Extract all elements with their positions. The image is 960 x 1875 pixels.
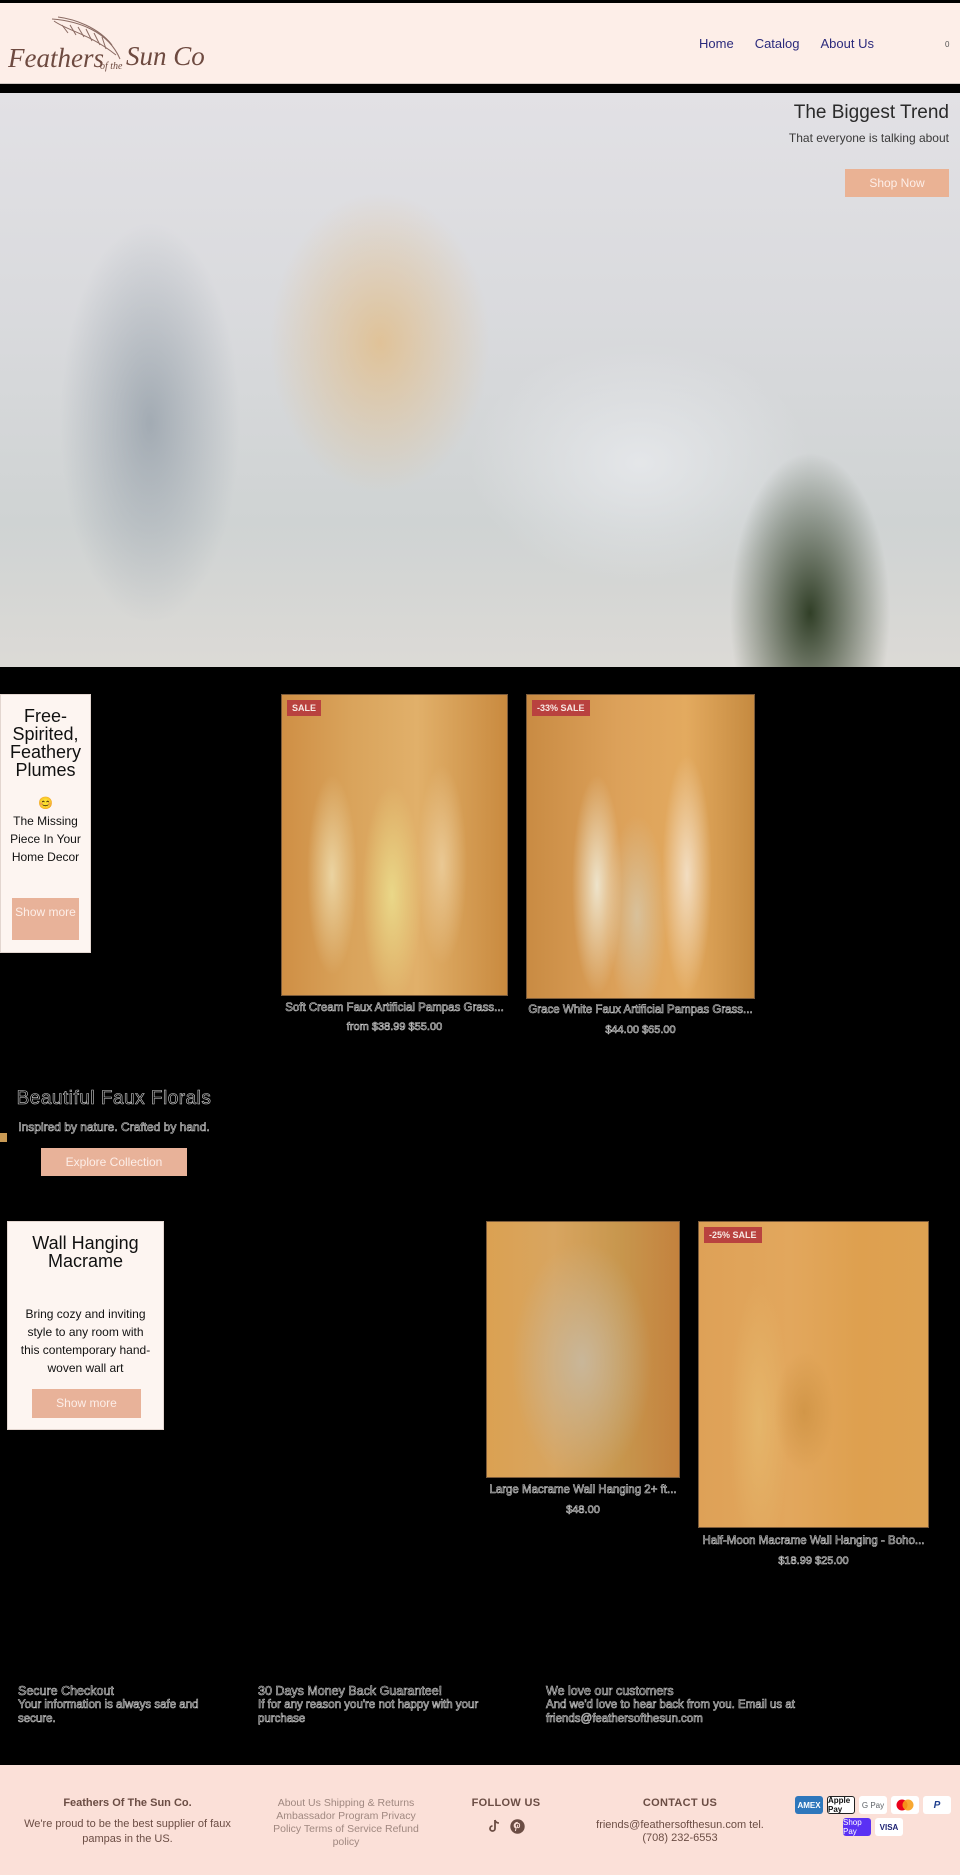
trust-title: Secure Checkout xyxy=(18,1684,114,1699)
tiktok-icon[interactable] xyxy=(488,1819,500,1839)
product-card[interactable]: -33% SALE Grace White Faux Artificial Pa… xyxy=(526,694,755,1037)
paypal-icon: P xyxy=(923,1796,951,1814)
product-price: $44.00 $65.00 xyxy=(605,1024,676,1037)
product-image[interactable]: SALE xyxy=(281,694,508,996)
show-more-button[interactable]: Show more xyxy=(32,1389,141,1418)
pampas-promo-card: Free-Spirited, Feathery Plumes 😊 The Mis… xyxy=(0,694,91,953)
smile-emoji-icon: 😊 xyxy=(38,796,53,810)
product-card[interactable]: -25% SALE Half-Moon Macrame Wall Hanging… xyxy=(698,1221,929,1571)
sale-badge: SALE xyxy=(287,700,322,716)
nav-about-us[interactable]: About Us xyxy=(821,36,874,51)
feather-logo-icon: Feathers of the Sun Co. xyxy=(7,16,212,73)
amex-icon: AMEX xyxy=(795,1796,823,1814)
shop-now-button[interactable]: Shop Now xyxy=(845,169,949,197)
nav-catalog[interactable]: Catalog xyxy=(755,36,800,51)
macrame-promo-card: Wall Hanging Macrame Bring cozy and invi… xyxy=(7,1221,164,1430)
explore-collection-button[interactable]: Explore Collection xyxy=(41,1148,187,1176)
follow-us-heading: FOLLOW US xyxy=(471,1797,541,1809)
svg-text:of the: of the xyxy=(100,61,123,72)
product-image[interactable]: -33% SALE xyxy=(526,694,755,999)
product-price: from $38.99 $55.00 xyxy=(346,1021,443,1034)
footer-brand: Feathers Of The Sun Co. We're proud to b… xyxy=(20,1797,235,1847)
nav-home[interactable]: Home xyxy=(699,36,734,51)
svg-text:Feathers: Feathers xyxy=(8,43,104,73)
promo-title: Free-Spirited, Feathery Plumes xyxy=(9,706,82,780)
trust-title: We love our customers xyxy=(546,1684,674,1699)
product-price: $18.99 $25.00 xyxy=(778,1555,849,1568)
visa-icon: VISA xyxy=(875,1818,903,1836)
mastercard-icon xyxy=(891,1796,919,1814)
promo-title: Wall Hanging Macrame xyxy=(32,1233,139,1271)
footer-brand-title: Feathers Of The Sun Co. xyxy=(63,1797,192,1809)
payment-methods: AMEX Apple Pay G Pay P Shop Pay VISA xyxy=(793,1796,953,1836)
product-title[interactable]: Half-Moon Macrame Wall Hanging - Boho... xyxy=(698,1535,929,1547)
promo-text: The Missing Piece In Your Home Decor xyxy=(10,814,81,864)
trust-title: 30 Days Money Back Guarantee! xyxy=(258,1684,443,1699)
footer-contact: CONTACT US friends@feathersofthesun.com … xyxy=(586,1797,774,1845)
contact-us-heading: CONTACT US xyxy=(642,1797,718,1809)
main-nav: Home Catalog About Us xyxy=(699,36,895,51)
hero-title: The Biggest Trend xyxy=(793,102,949,123)
hero-banner: The Biggest Trend That everyone is talki… xyxy=(0,93,960,667)
site-header: Feathers of the Sun Co. Home Catalog Abo… xyxy=(0,3,960,84)
florals-image-thumbnail xyxy=(0,1133,7,1142)
product-price: $48.00 xyxy=(566,1504,600,1517)
google-pay-icon: G Pay xyxy=(859,1796,887,1814)
footer-link-about-us[interactable]: About Us xyxy=(278,1797,321,1809)
site-logo[interactable]: Feathers of the Sun Co. xyxy=(7,11,212,77)
promo-text: Bring cozy and inviting style to any roo… xyxy=(20,1307,151,1375)
product-card[interactable]: Large Macrame Wall Hanging 2+ ft... $48.… xyxy=(486,1221,680,1521)
shop-pay-icon: Shop Pay xyxy=(843,1818,871,1836)
trust-money-back: 30 Days Money Back Guarantee! If for any… xyxy=(258,1684,498,1726)
hero-subtitle: That everyone is talking about xyxy=(788,131,949,145)
product-title[interactable]: Grace White Faux Artificial Pampas Grass… xyxy=(526,1004,755,1016)
footer-link-shipping[interactable]: Shipping & Returns xyxy=(324,1797,414,1809)
trust-text: If for any reason you're not happy with … xyxy=(258,1699,479,1726)
product-title[interactable]: Large Macrame Wall Hanging 2+ ft... xyxy=(486,1484,680,1496)
trust-customers: We love our customers And we'd love to h… xyxy=(546,1684,836,1726)
footer-brand-text: We're proud to be the best supplier of f… xyxy=(24,1818,231,1845)
trust-text: And we'd love to hear back from you. Ema… xyxy=(546,1699,796,1726)
product-image[interactable]: -25% SALE xyxy=(698,1221,929,1528)
contact-details[interactable]: friends@feathersofthesun.com tel. (708) … xyxy=(586,1819,774,1845)
cart-count[interactable]: 0 xyxy=(945,40,949,49)
footer-link-terms[interactable]: Terms of Service xyxy=(304,1823,382,1835)
show-more-button[interactable]: Show more xyxy=(12,898,79,940)
sale-badge: -33% SALE xyxy=(532,700,590,716)
footer-follow: FOLLOW US xyxy=(462,1797,550,1839)
svg-text:Sun Co.: Sun Co. xyxy=(126,41,204,71)
florals-subtitle: Inspired by nature. Crafted by hand. xyxy=(18,1120,210,1135)
product-card[interactable]: SALE Soft Cream Faux Artificial Pampas G… xyxy=(281,694,508,1033)
trust-text: Your information is always safe and secu… xyxy=(18,1699,199,1726)
footer-link-ambassador[interactable]: Ambassador Program xyxy=(276,1810,378,1822)
sale-badge: -25% SALE xyxy=(704,1227,762,1243)
product-image[interactable] xyxy=(486,1221,680,1478)
apple-pay-icon: Apple Pay xyxy=(827,1796,855,1814)
footer-links: About Us Shipping & Returns Ambassador P… xyxy=(268,1797,424,1849)
product-title[interactable]: Soft Cream Faux Artificial Pampas Grass.… xyxy=(281,1002,508,1014)
florals-title: Beautiful Faux Florals xyxy=(16,1088,212,1110)
pinterest-icon[interactable] xyxy=(509,1819,525,1839)
trust-secure-checkout: Secure Checkout Your information is alwa… xyxy=(18,1684,218,1726)
